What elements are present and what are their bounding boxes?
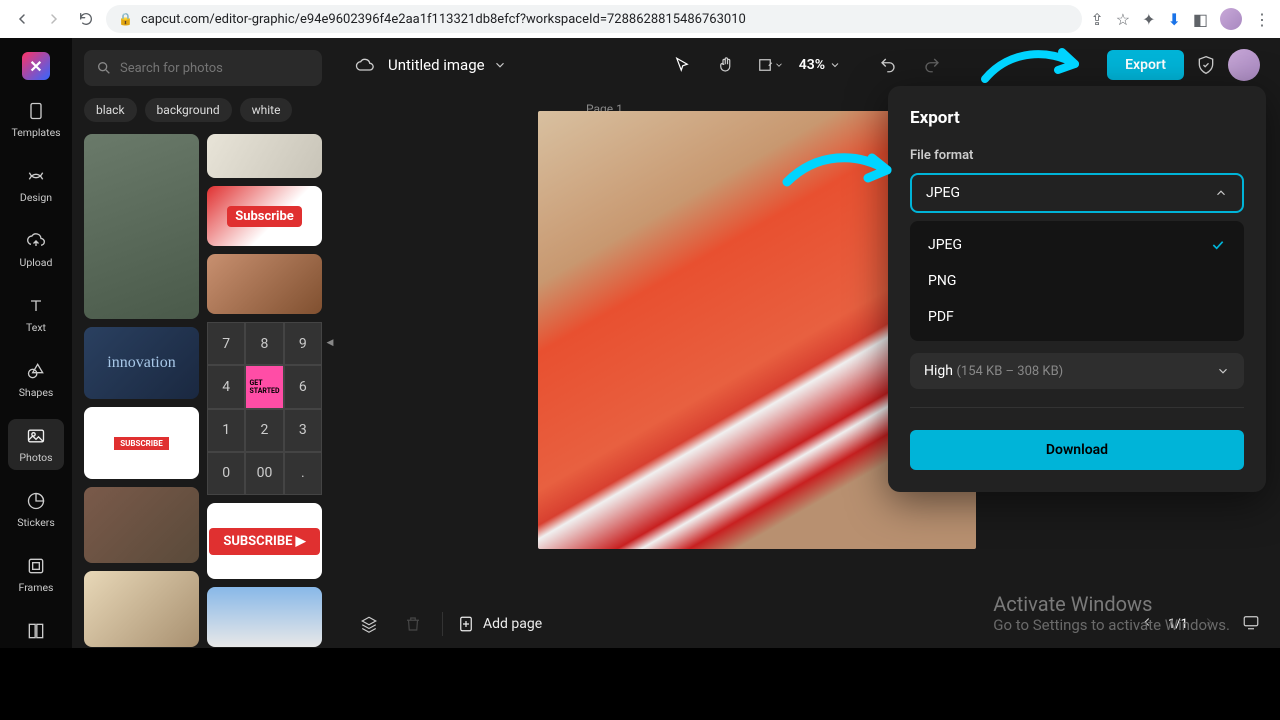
photos-icon	[25, 425, 47, 447]
cloud-icon[interactable]	[354, 55, 374, 75]
option-png[interactable]: PNG	[916, 263, 1238, 299]
rail-text[interactable]: Text	[8, 289, 64, 340]
url-bar[interactable]: 🔒 capcut.com/editor-graphic/e94e9602396f…	[106, 5, 1082, 33]
delete-button[interactable]	[398, 609, 428, 639]
rail-shapes[interactable]: Shapes	[8, 354, 64, 405]
photo-thumb[interactable]	[207, 587, 322, 647]
collapse-panel-handle[interactable]: ◀	[324, 313, 334, 373]
photo-thumb[interactable]	[84, 571, 199, 647]
photo-thumb[interactable]	[207, 186, 322, 246]
left-rail: ✕ Templates Design Upload Text Shapes Ph…	[0, 38, 72, 648]
chip-white[interactable]: white	[240, 98, 293, 122]
redo-button[interactable]	[917, 50, 947, 80]
photo-thumb[interactable]	[207, 503, 322, 579]
zoom-display[interactable]: 43%	[799, 57, 841, 73]
forward-button[interactable]	[42, 7, 66, 31]
extensions-icon[interactable]: ✦	[1142, 10, 1155, 29]
browser-chrome: 🔒 capcut.com/editor-graphic/e94e9602396f…	[0, 0, 1280, 38]
search-box[interactable]	[84, 50, 322, 86]
grid-icon	[25, 620, 47, 642]
photo-thumb[interactable]	[84, 407, 199, 479]
option-pdf[interactable]: PDF	[916, 299, 1238, 335]
chevron-down-icon	[829, 59, 841, 71]
chevron-up-icon	[1214, 186, 1228, 200]
photo-thumb[interactable]	[207, 254, 322, 314]
layers-button[interactable]	[354, 609, 384, 639]
user-avatar[interactable]	[1228, 49, 1260, 81]
shield-icon[interactable]	[1196, 55, 1216, 75]
chevron-down-icon	[1216, 364, 1230, 378]
app-logo[interactable]: ✕	[22, 52, 50, 80]
rail-design[interactable]: Design	[8, 159, 64, 210]
annotation-arrow	[782, 152, 902, 202]
top-bar: Untitled image 43% Export	[334, 38, 1280, 92]
rail-stickers[interactable]: Stickers	[8, 484, 64, 535]
rail-upload[interactable]: Upload	[8, 224, 64, 275]
chip-background[interactable]: background	[145, 98, 232, 122]
chip-black[interactable]: black	[84, 98, 137, 122]
option-jpeg[interactable]: JPEG	[916, 227, 1238, 263]
photo-thumb[interactable]	[84, 487, 199, 563]
search-icon	[96, 60, 112, 76]
add-page-button[interactable]: Add page	[457, 615, 542, 633]
menu-icon[interactable]: ⋮	[1254, 10, 1270, 29]
export-popover: Export File format JPEG JPEG PNG PDF Hig…	[888, 86, 1266, 492]
undo-button[interactable]	[873, 50, 903, 80]
quality-select[interactable]: High (154 KB – 308 KB)	[910, 353, 1244, 389]
add-page-icon	[457, 615, 475, 633]
rail-more[interactable]	[8, 614, 64, 648]
present-button[interactable]	[1242, 613, 1260, 635]
design-icon	[25, 165, 47, 187]
crop-tool[interactable]	[755, 50, 785, 80]
share-icon[interactable]: ⇪	[1090, 10, 1103, 29]
hand-tool[interactable]	[711, 50, 741, 80]
format-label: File format	[910, 148, 1244, 163]
templates-icon	[25, 100, 47, 122]
upload-icon	[25, 230, 47, 252]
rail-frames[interactable]: Frames	[8, 549, 64, 600]
cursor-tool[interactable]	[667, 50, 697, 80]
format-options: JPEG PNG PDF	[910, 221, 1244, 341]
download-icon[interactable]: ⬇	[1167, 10, 1180, 29]
photo-thumb[interactable]: 7894GETSTARTED6123000.	[207, 322, 322, 495]
rail-templates[interactable]: Templates	[8, 94, 64, 145]
back-button[interactable]	[10, 7, 34, 31]
reload-button[interactable]	[74, 7, 98, 31]
document-title[interactable]: Untitled image	[388, 56, 507, 74]
annotation-arrow	[980, 44, 1090, 94]
search-input[interactable]	[120, 61, 310, 76]
format-select[interactable]: JPEG	[910, 173, 1244, 213]
export-button[interactable]: Export	[1107, 50, 1184, 80]
bookmark-icon[interactable]: ☆	[1116, 10, 1130, 29]
rail-photos[interactable]: Photos	[8, 419, 64, 470]
text-icon	[25, 295, 47, 317]
url-text: capcut.com/editor-graphic/e94e9602396f4e…	[141, 12, 746, 27]
check-icon	[1210, 237, 1226, 253]
chevron-down-icon	[493, 58, 507, 72]
photo-thumb[interactable]: innovation	[84, 327, 199, 399]
browser-avatar[interactable]	[1220, 8, 1242, 30]
photos-panel: black background white innovation 7894GE…	[72, 38, 334, 648]
windows-watermark: Activate Windows Go to Settings to activ…	[993, 592, 1230, 634]
download-button[interactable]: Download	[910, 430, 1244, 470]
export-title: Export	[910, 108, 1244, 128]
sidepanel-icon[interactable]: ◧	[1193, 10, 1208, 29]
stickers-icon	[25, 490, 47, 512]
frames-icon	[25, 555, 47, 577]
photo-thumb[interactable]	[84, 134, 199, 319]
photo-thumb[interactable]	[207, 134, 322, 178]
lock-icon: 🔒	[118, 12, 133, 26]
shapes-icon	[25, 360, 47, 382]
